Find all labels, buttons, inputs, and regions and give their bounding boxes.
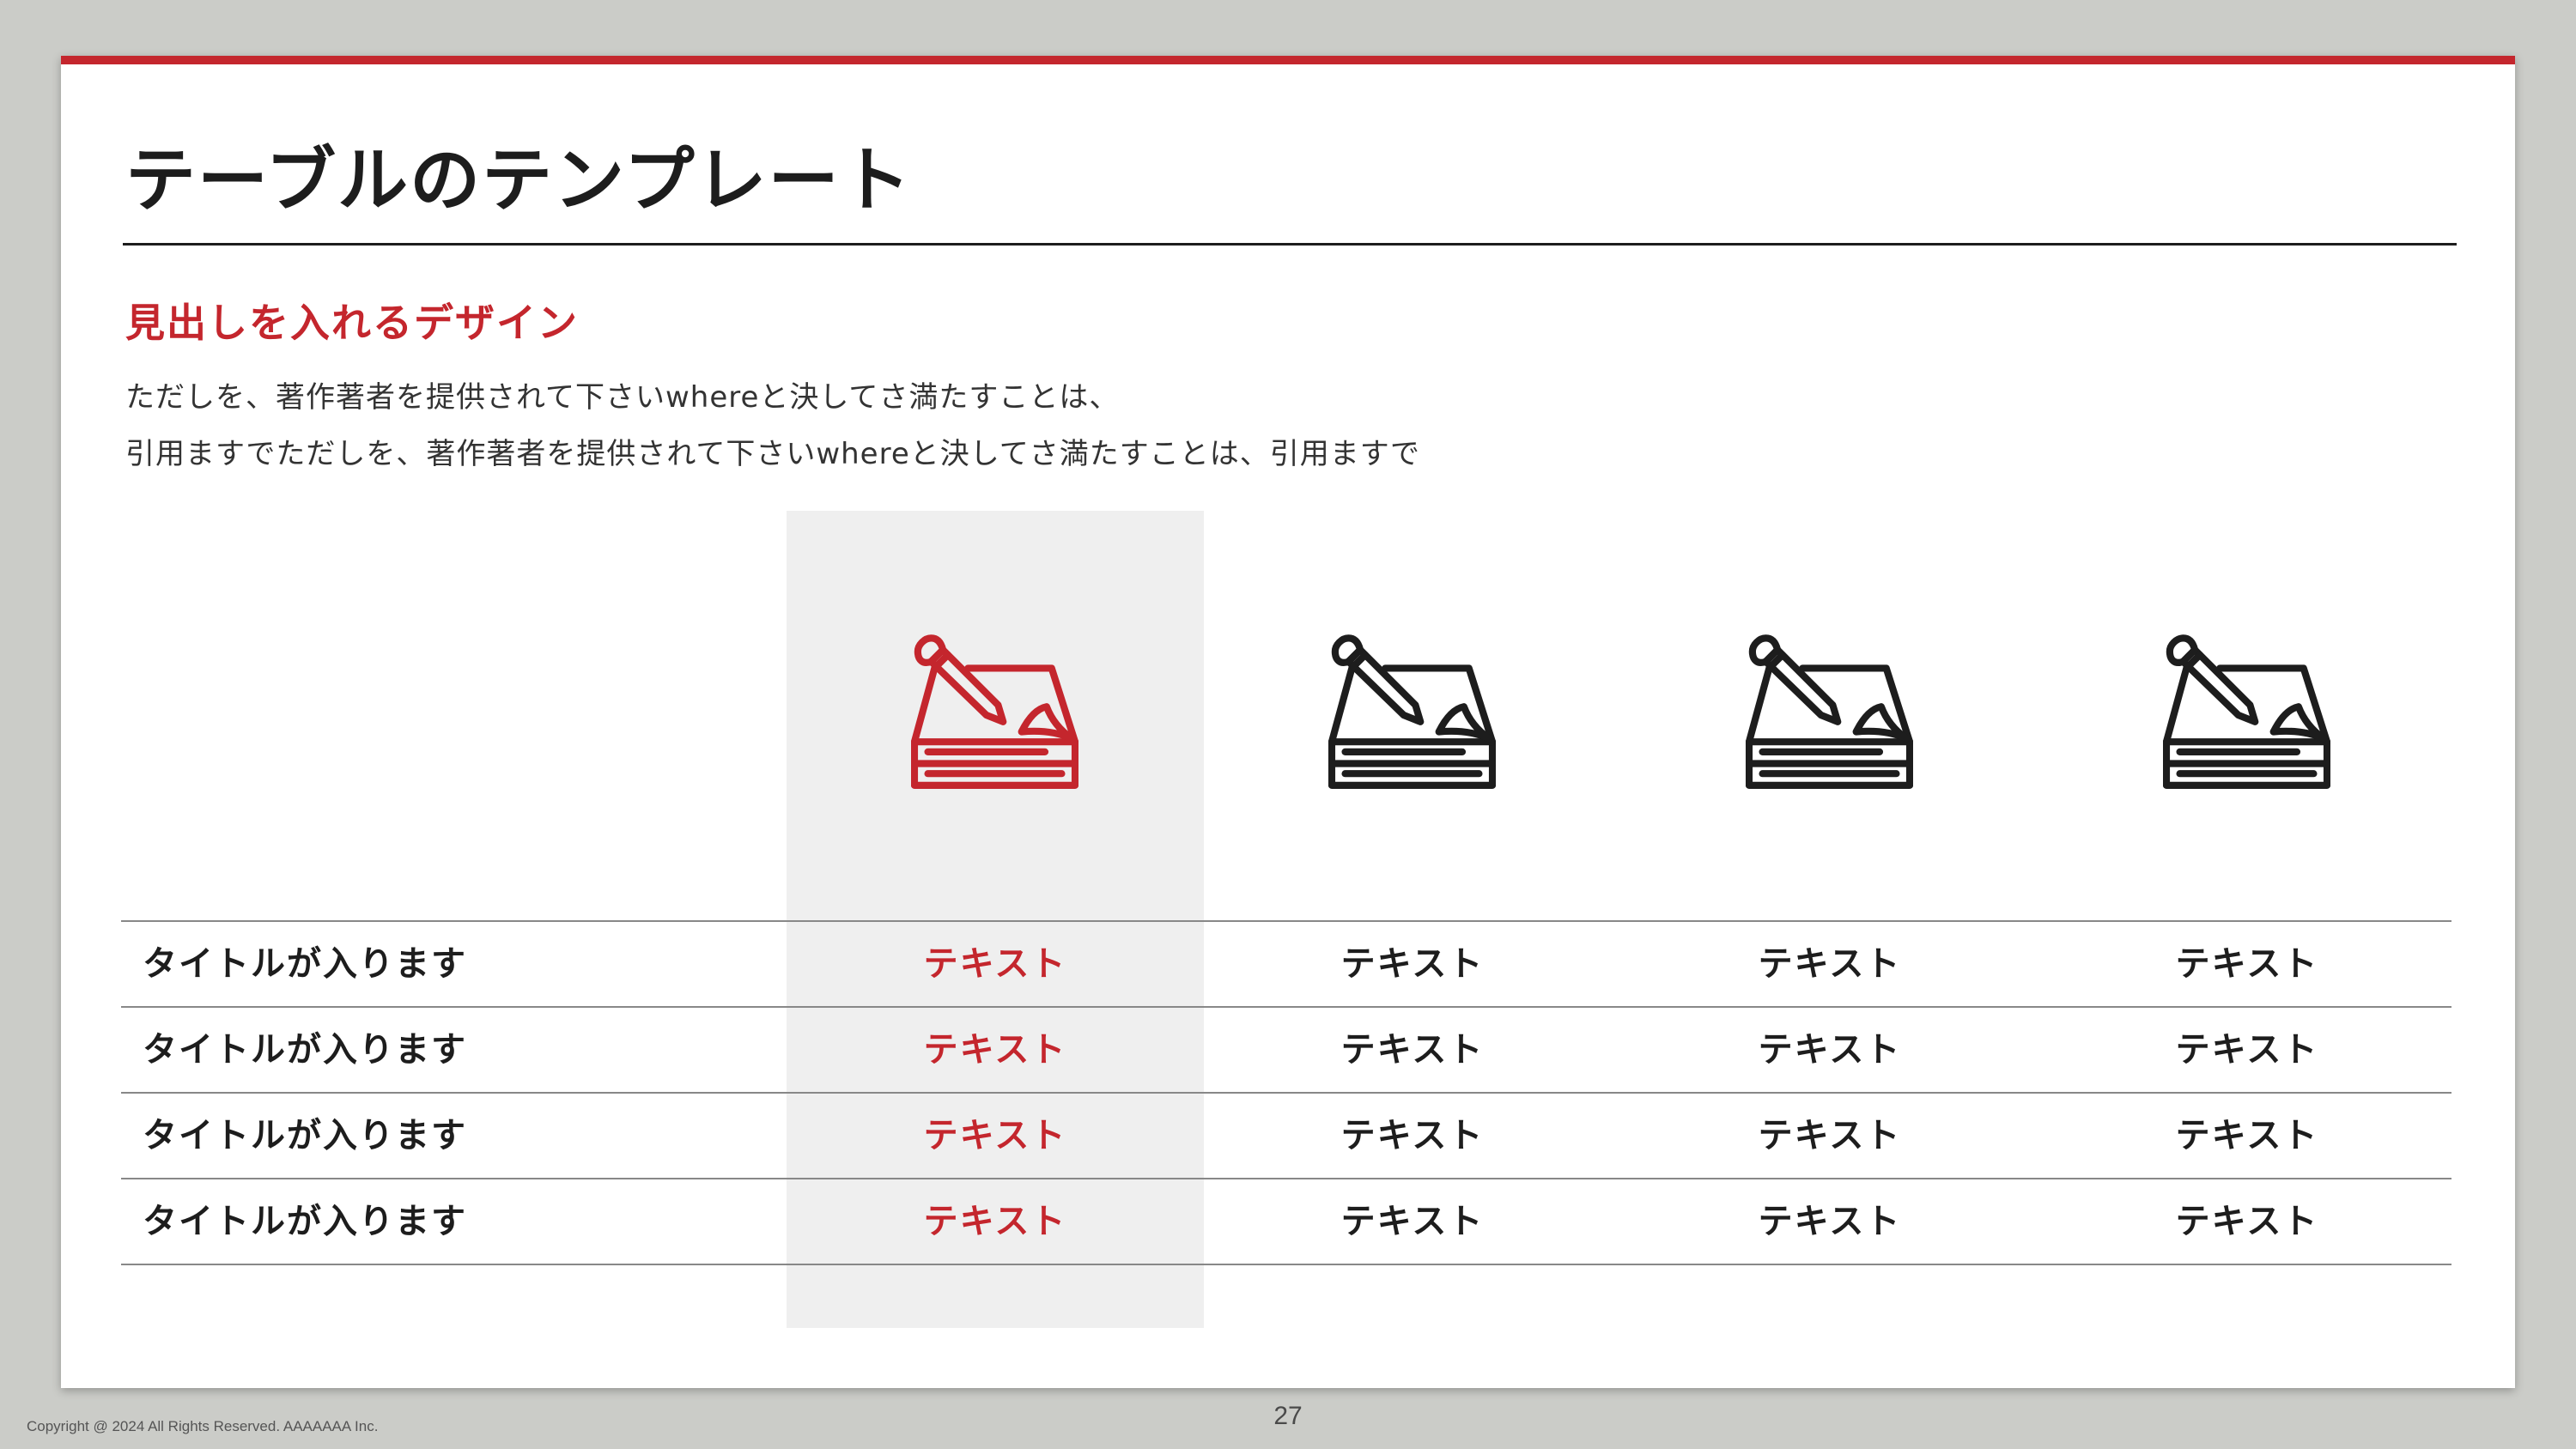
writing-pad-icon-1-svg [911,634,1078,789]
table-cell: テキスト [1758,944,1902,984]
row-title: タイトルが入ります [143,1030,467,1070]
table-cell: テキスト [1758,1116,1902,1155]
table-cell: テキスト [1758,1030,1902,1070]
copyright-notice: Copyright @ 2024 All Rights Reserved. AA… [27,1418,379,1434]
title-divider [123,243,2457,246]
table-cell: テキスト [2175,1030,2319,1070]
table-cell: テキスト [1340,944,1485,984]
table-cell: テキスト [2175,1202,2319,1241]
comparison-table: タイトルが入ります テキスト テキスト テキスト テキスト タイトルが入ります … [121,920,2451,1265]
table-cell: テキスト [1340,1202,1485,1241]
table-row: タイトルが入ります テキスト テキスト テキスト テキスト [121,1092,2451,1178]
slide-title: テーブルのテンプレート [125,140,913,221]
table-cell: テキスト [1340,1030,1485,1070]
table-cell: テキスト [1758,1202,1902,1241]
table-cell-highlighted: テキスト [923,1030,1067,1070]
slide: テーブルのテンプレート 見出しを入れるデザイン ただしを、著作著者を提供されて下… [61,56,2515,1388]
writing-pad-icon [2163,618,2330,846]
table-row: タイトルが入ります テキスト テキスト テキスト テキスト [121,1178,2451,1265]
table-cell-highlighted: テキスト [923,1202,1067,1241]
table-row: タイトルが入ります テキスト テキスト テキスト テキスト [121,1006,2451,1092]
writing-pad-icon-4-svg [2163,634,2330,789]
writing-pad-icon-3-svg [1746,634,1913,789]
table-row: タイトルが入ります テキスト テキスト テキスト テキスト [121,920,2451,1006]
table-cell: テキスト [2175,1116,2319,1155]
row-title: タイトルが入ります [143,1202,467,1241]
table-cell: テキスト [1340,1116,1485,1155]
row-title: タイトルが入ります [143,1116,467,1155]
writing-pad-icon [1746,618,1913,846]
description-line-2: 引用ますでただしを、著作著者を提供されて下さいwhereと決してさ満たすことは、… [125,437,1421,471]
table-cell-highlighted: テキスト [923,1116,1067,1155]
table-cell-highlighted: テキスト [923,944,1067,984]
description-line-1: ただしを、著作著者を提供されて下さいwhereと決してさ満たすことは、 [125,380,1120,415]
section-heading: 見出しを入れるデザイン [125,300,579,346]
table-cell: テキスト [2175,944,2319,984]
writing-pad-icon [911,618,1078,846]
writing-pad-icon [1328,618,1496,846]
accent-top-bar [61,56,2515,64]
writing-pad-icon-2-svg [1328,634,1496,789]
page-number: 27 [1273,1402,1303,1430]
row-title: タイトルが入ります [143,944,467,984]
